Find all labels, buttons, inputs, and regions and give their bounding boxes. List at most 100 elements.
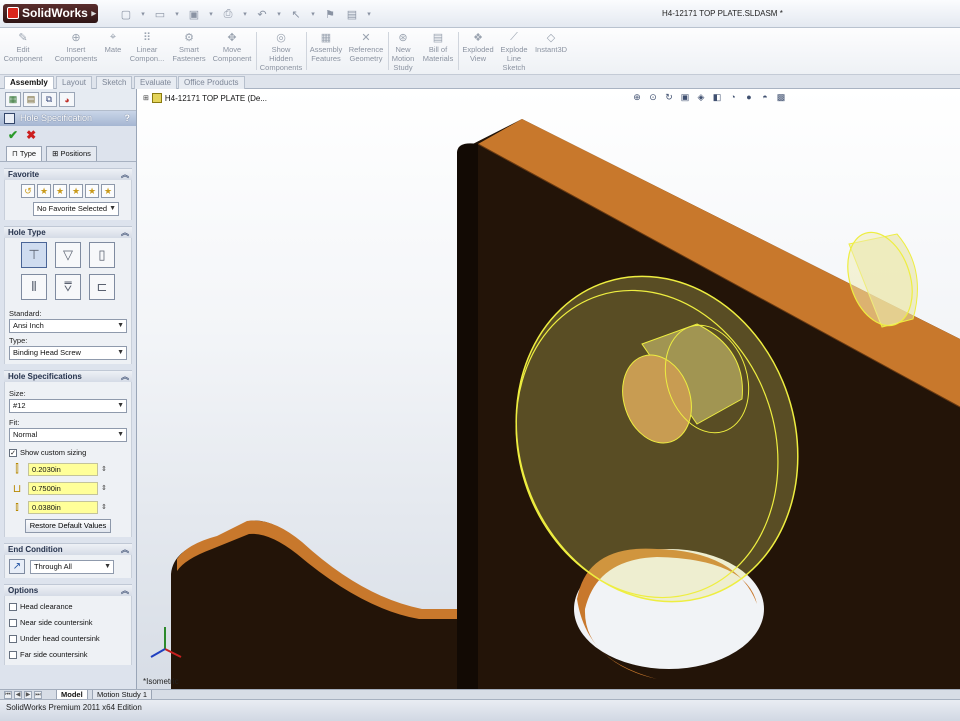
- legacy-hole-icon[interactable]: ⊏: [89, 274, 115, 300]
- head-clearance-row[interactable]: Head clearance: [9, 602, 127, 611]
- apply-defaults-icon[interactable]: ↺: [21, 184, 35, 198]
- counterbore-icon[interactable]: ⊤: [21, 242, 47, 268]
- standard-select[interactable]: Ansi Inch ▼: [9, 319, 127, 333]
- diameter-input[interactable]: 0.2030in: [28, 462, 98, 476]
- exploded-view-button[interactable]: ❖ Exploded View: [460, 30, 496, 64]
- options-header[interactable]: Options ︽: [4, 584, 132, 596]
- help-button[interactable]: ?: [125, 111, 131, 126]
- section-view-icon[interactable]: ▣: [679, 91, 691, 103]
- checkbox[interactable]: [9, 618, 17, 627]
- show-custom-sizing-row[interactable]: ✓ Show custom sizing: [9, 448, 127, 457]
- hole-specifications-header[interactable]: Hole Specifications ︽: [4, 370, 132, 382]
- assembly-features-button[interactable]: ▦ Assembly Features: [308, 30, 344, 64]
- spinner-icon[interactable]: ⇕: [101, 503, 107, 511]
- size-select[interactable]: #12 ▼: [9, 399, 127, 413]
- print-icon[interactable]: ⎙: [220, 7, 236, 21]
- edit-component-button[interactable]: ✎ Edit Component: [4, 30, 43, 64]
- load-favorite-icon[interactable]: ★: [101, 184, 115, 198]
- collapse-icon[interactable]: ︽: [121, 371, 129, 383]
- display-style-icon[interactable]: ◧: [711, 91, 723, 103]
- favorite-header[interactable]: Favorite ︽: [4, 168, 132, 180]
- tab-layout[interactable]: Layout: [56, 76, 93, 89]
- bill-of-materials-button[interactable]: ▤ Bill of Materials: [420, 30, 456, 64]
- expand-icon[interactable]: ⊞: [143, 94, 149, 102]
- checkbox[interactable]: [9, 602, 17, 611]
- tab-type[interactable]: ⊓ Type: [6, 146, 43, 161]
- fit-select[interactable]: Normal ▼: [9, 428, 127, 442]
- under-head-countersink-row[interactable]: Under head countersink: [9, 634, 127, 643]
- reference-geometry-button[interactable]: ✕ Reference Geometry: [346, 30, 386, 64]
- restore-default-values-button[interactable]: Restore Default Values: [24, 519, 112, 533]
- options-icon[interactable]: ▤: [344, 7, 360, 21]
- add-favorite-icon[interactable]: ★: [37, 184, 51, 198]
- collapse-icon[interactable]: ︽: [121, 169, 129, 181]
- update-favorite-icon[interactable]: ★: [53, 184, 67, 198]
- mate-button[interactable]: ⌖ Mate: [100, 30, 126, 55]
- first-tab-icon[interactable]: ⏮: [4, 691, 12, 699]
- configuration-manager-icon[interactable]: ⧉: [41, 92, 57, 107]
- tab-evaluate[interactable]: Evaluate: [134, 76, 178, 89]
- feature-tree-flyout[interactable]: ⊞ H4-12171 TOP PLATE (De...: [143, 93, 267, 103]
- delete-favorite-icon[interactable]: ★: [69, 184, 83, 198]
- checkbox[interactable]: [9, 634, 17, 643]
- favorite-select[interactable]: No Favorite Selected ▼: [33, 202, 119, 216]
- tab-assembly[interactable]: Assembly: [4, 76, 54, 89]
- tapered-tap-icon[interactable]: ⩢: [55, 274, 81, 300]
- prev-tab-icon[interactable]: ◀: [14, 691, 22, 699]
- new-motion-study-button[interactable]: ⊛ New Motion Study: [390, 30, 416, 73]
- view-orientation-icon[interactable]: ◈: [695, 91, 707, 103]
- cbore-diameter-input[interactable]: 0.7500in: [28, 481, 98, 495]
- hole-icon[interactable]: ▯: [89, 242, 115, 268]
- graphics-area[interactable]: ⊞ H4-12171 TOP PLATE (De... ⊕ ⊙ ↻ ▣ ◈ ◧ …: [137, 89, 960, 689]
- tab-office-products[interactable]: Office Products: [178, 76, 245, 89]
- checkbox[interactable]: [9, 650, 17, 659]
- collapse-icon[interactable]: ︽: [121, 585, 129, 597]
- insert-components-button[interactable]: ⊕ Insert Components: [54, 30, 98, 64]
- chevron-down-icon[interactable]: ▾: [208, 7, 214, 21]
- linear-pattern-button[interactable]: ⠿ Linear Compon...: [128, 30, 166, 64]
- feature-manager-icon[interactable]: ▦: [5, 92, 21, 107]
- rebuild-icon[interactable]: ⚑: [322, 7, 338, 21]
- cancel-x-icon[interactable]: ✖: [26, 128, 36, 142]
- chevron-down-icon[interactable]: ▾: [310, 7, 316, 21]
- edit-appearance-icon[interactable]: ●: [743, 91, 755, 103]
- type-select[interactable]: Binding Head Screw ▼: [9, 346, 127, 360]
- far-side-countersink-row[interactable]: Far side countersink: [9, 650, 127, 659]
- solidworks-menu-button[interactable]: SolidWorks ▸: [3, 4, 98, 23]
- apply-scene-icon[interactable]: ◓: [759, 91, 771, 103]
- chevron-down-icon[interactable]: ▾: [174, 7, 180, 21]
- appearance-manager-icon[interactable]: ◕: [59, 92, 75, 107]
- end-condition-select[interactable]: Through All ▼: [30, 559, 114, 574]
- spinner-icon[interactable]: ⇕: [101, 465, 107, 473]
- chevron-down-icon[interactable]: ▾: [366, 7, 372, 21]
- last-tab-icon[interactable]: ⏭: [34, 691, 42, 699]
- countersink-icon[interactable]: ▽: [55, 242, 81, 268]
- show-hidden-components-button[interactable]: ◎ Show Hidden Components: [258, 30, 304, 73]
- next-tab-icon[interactable]: ▶: [24, 691, 32, 699]
- near-side-countersink-row[interactable]: Near side countersink: [9, 618, 127, 627]
- property-manager-icon[interactable]: ▤: [23, 92, 39, 107]
- instant3d-button[interactable]: ◇ Instant3D: [532, 30, 570, 55]
- chevron-down-icon[interactable]: ▾: [140, 7, 146, 21]
- select-icon[interactable]: ↖: [288, 7, 304, 21]
- zoom-area-icon[interactable]: ⊙: [647, 91, 659, 103]
- hide-show-items-icon[interactable]: ◔: [727, 91, 739, 103]
- cbore-depth-input[interactable]: 0.0380in: [28, 500, 98, 514]
- save-favorite-icon[interactable]: ★: [85, 184, 99, 198]
- save-icon[interactable]: ▣: [186, 7, 202, 21]
- tab-sketch[interactable]: Sketch: [96, 76, 133, 89]
- previous-view-icon[interactable]: ↻: [663, 91, 675, 103]
- chevron-down-icon[interactable]: ▾: [242, 7, 248, 21]
- end-condition-header[interactable]: End Condition ︽: [4, 543, 132, 555]
- checkbox-checked[interactable]: ✓: [9, 448, 17, 457]
- collapse-icon[interactable]: ︽: [121, 227, 129, 239]
- reverse-direction-icon[interactable]: ↗: [9, 559, 25, 574]
- open-icon[interactable]: ▭: [152, 7, 168, 21]
- tab-positions[interactable]: ⊞ Positions: [46, 146, 97, 161]
- collapse-icon[interactable]: ︽: [121, 544, 129, 556]
- undo-icon[interactable]: ↶: [254, 7, 270, 21]
- ok-check-icon[interactable]: ✔: [8, 128, 18, 142]
- smart-fasteners-button[interactable]: ⚙ Smart Fasteners: [170, 30, 208, 64]
- new-icon[interactable]: ▢: [118, 7, 134, 21]
- move-component-button[interactable]: ✥ Move Component: [210, 30, 254, 64]
